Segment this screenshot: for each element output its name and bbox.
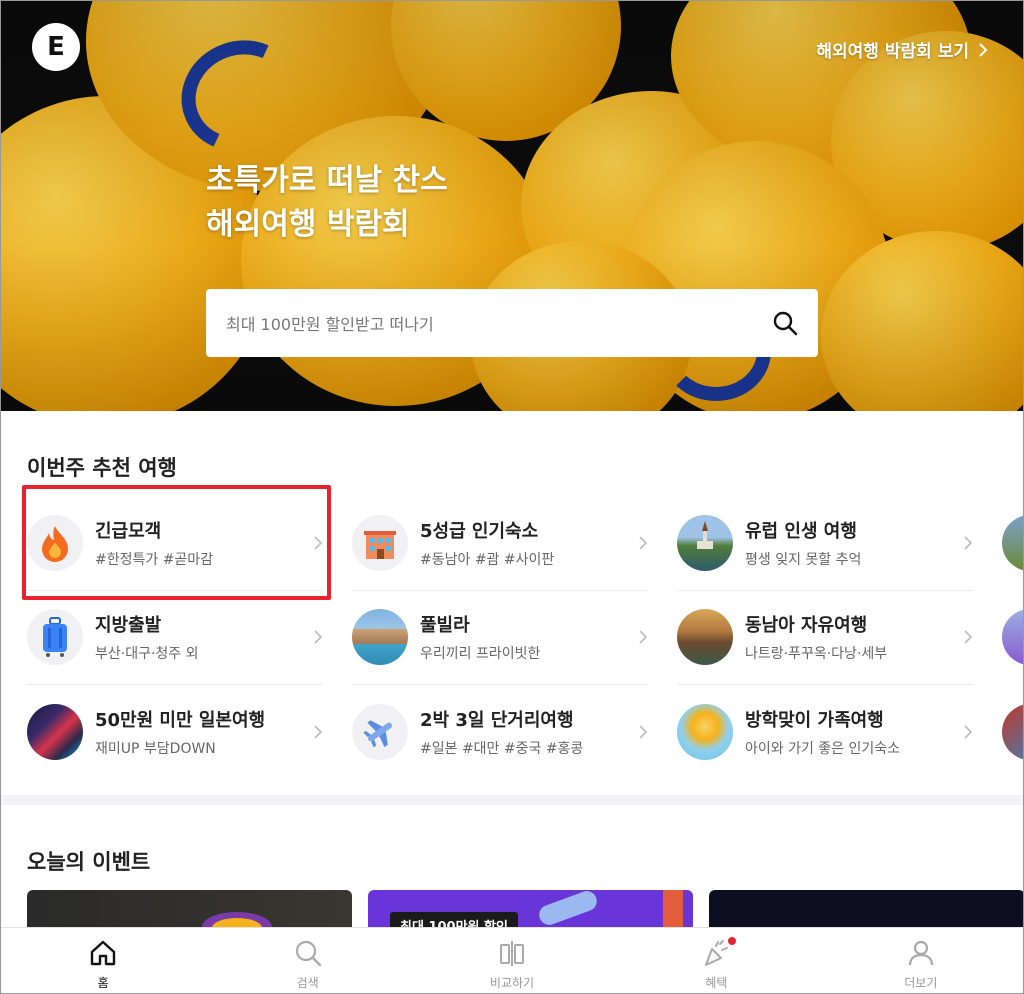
chevron-right-icon bbox=[639, 630, 648, 644]
recommend-item-title: 50만원 미만 일본여행 bbox=[95, 710, 266, 731]
recommend-item-title: 동남아 자유여행 bbox=[745, 615, 868, 636]
events-section-title: 오늘의 이벤트 bbox=[27, 850, 151, 874]
recommend-item-sub: #일본 #대만 #중국 #홍콩 bbox=[420, 741, 584, 757]
person-icon bbox=[908, 940, 933, 966]
nav-label: 홈 bbox=[97, 976, 109, 990]
event-card-art bbox=[663, 890, 683, 930]
recommend-item-title: 지방출발 bbox=[95, 615, 162, 636]
travel-photo bbox=[1002, 609, 1023, 665]
party-popper-icon bbox=[705, 940, 729, 966]
nav-home[interactable]: 홈 bbox=[1, 928, 205, 993]
nav-more[interactable]: 더보기 bbox=[819, 928, 1023, 993]
nav-label: 더보기 bbox=[904, 976, 938, 990]
chevron-right-icon bbox=[314, 630, 323, 644]
recommend-item-poolvilla[interactable]: 풀빌라 우리끼리 프라이빗한 bbox=[352, 597, 648, 677]
hotel-icon bbox=[352, 515, 408, 571]
chevron-right-icon bbox=[979, 42, 988, 57]
search-input[interactable]: 최대 100만원 할인받고 떠나기 bbox=[206, 289, 818, 357]
chevron-right-icon bbox=[964, 630, 973, 644]
travel-photo bbox=[1002, 704, 1023, 760]
app-window: E 해외여행 박람회 보기 초특가로 떠날 찬스 해외여행 박람회 최대 100… bbox=[0, 0, 1024, 994]
recommend-item-partial[interactable] bbox=[1002, 503, 1023, 583]
recommend-item-sub: 아이와 가기 좋은 인기숙소 bbox=[745, 741, 901, 757]
recommend-item-title: 풀빌라 bbox=[420, 615, 470, 636]
nav-label: 비교하기 bbox=[489, 976, 535, 990]
recommend-item-short-trip[interactable]: 2박 3일 단거리여행 #일본 #대만 #중국 #홍콩 bbox=[352, 692, 648, 772]
nav-benefits[interactable]: 혜택 bbox=[614, 928, 818, 993]
airplane-icon bbox=[352, 704, 408, 760]
event-card-art bbox=[536, 890, 600, 928]
nav-compare[interactable]: 비교하기 bbox=[410, 928, 614, 993]
hero-title-line2: 해외여행 박람회 bbox=[206, 207, 410, 242]
travel-expo-link[interactable]: 해외여행 박람회 보기 bbox=[816, 37, 989, 62]
recommend-item-sub: 부산·대구·청주 외 bbox=[95, 646, 199, 662]
section-separator bbox=[1, 795, 1023, 805]
brand-logo[interactable]: E bbox=[32, 23, 80, 71]
row-divider bbox=[677, 684, 973, 685]
family-photo bbox=[677, 704, 733, 760]
recommend-item-title: 5성급 인기숙소 bbox=[420, 521, 539, 542]
chevron-right-icon bbox=[964, 536, 973, 550]
recommend-item-japan-cheap[interactable]: 50만원 미만 일본여행 재미UP 부담DOWN bbox=[27, 692, 323, 772]
home-icon bbox=[91, 940, 116, 966]
row-divider bbox=[27, 684, 323, 685]
travel-photo bbox=[1002, 515, 1023, 571]
recommend-item-5star[interactable]: 5성급 인기숙소 #동남아 #괌 #사이판 bbox=[352, 503, 648, 583]
recommend-item-title: 2박 3일 단거리여행 bbox=[420, 710, 574, 731]
hero-title: 초특가로 떠날 찬스 해외여행 박람회 bbox=[206, 159, 448, 247]
travel-expo-link-label: 해외여행 박람회 보기 bbox=[816, 42, 969, 62]
chevron-right-icon bbox=[964, 725, 973, 739]
nav-label: 검색 bbox=[296, 976, 319, 990]
recommend-item-partial[interactable] bbox=[1002, 597, 1023, 677]
compare-icon bbox=[500, 941, 525, 966]
hero-title-line1: 초특가로 떠날 찬스 bbox=[206, 163, 448, 198]
event-card[interactable]: 최대 100만원 할인 bbox=[368, 890, 693, 930]
recommend-item-title: 유럽 인생 여행 bbox=[745, 521, 857, 542]
recommend-item-family[interactable]: 방학맞이 가족여행 아이와 가기 좋은 인기숙소 bbox=[677, 692, 973, 772]
highlight-box bbox=[22, 485, 331, 600]
chevron-right-icon bbox=[639, 536, 648, 550]
sea-photo bbox=[677, 609, 733, 665]
recommend-item-sub: 재미UP 부담DOWN bbox=[95, 741, 216, 757]
chevron-right-icon bbox=[639, 725, 648, 739]
row-divider bbox=[352, 590, 648, 591]
nav-label: 혜택 bbox=[705, 976, 728, 990]
recommend-item-sea-free[interactable]: 동남아 자유여행 나트랑·푸꾸옥·다낭·세부 bbox=[677, 597, 973, 677]
recommend-item-sub: 평생 잊지 못할 추억 bbox=[745, 552, 862, 568]
japan-street-photo bbox=[27, 704, 83, 760]
row-divider bbox=[352, 684, 648, 685]
recommend-item-regional[interactable]: 지방출발 부산·대구·청주 외 bbox=[27, 597, 323, 677]
search-placeholder: 최대 100만원 할인받고 떠나기 bbox=[226, 315, 434, 334]
event-card[interactable] bbox=[709, 890, 1023, 930]
search-icon bbox=[295, 940, 321, 967]
recommend-item-sub: #동남아 #괌 #사이판 bbox=[420, 552, 555, 568]
recommend-item-title: 방학맞이 가족여행 bbox=[745, 710, 884, 731]
notification-dot bbox=[728, 937, 737, 945]
recommend-item-sub: 우리끼리 프라이빗한 bbox=[420, 646, 541, 662]
pool-villa-photo bbox=[352, 609, 408, 665]
suitcase-icon bbox=[27, 609, 83, 665]
chevron-right-icon bbox=[314, 725, 323, 739]
europe-photo bbox=[677, 515, 733, 571]
nav-search[interactable]: 검색 bbox=[205, 928, 409, 993]
bottom-nav: 홈 검색 비교하기 혜택 더보기 bbox=[1, 927, 1023, 993]
search-icon[interactable] bbox=[772, 310, 798, 336]
row-divider bbox=[677, 590, 973, 591]
recommend-item-partial[interactable] bbox=[1002, 692, 1023, 772]
recommend-section-title: 이번주 추천 여행 bbox=[27, 456, 177, 480]
hero-banner[interactable]: E 해외여행 박람회 보기 초특가로 떠날 찬스 해외여행 박람회 최대 100… bbox=[1, 1, 1023, 411]
event-card[interactable] bbox=[27, 890, 352, 930]
recommend-item-europe[interactable]: 유럽 인생 여행 평생 잊지 못할 추억 bbox=[677, 503, 973, 583]
recommend-item-sub: 나트랑·푸꾸옥·다낭·세부 bbox=[745, 646, 888, 662]
